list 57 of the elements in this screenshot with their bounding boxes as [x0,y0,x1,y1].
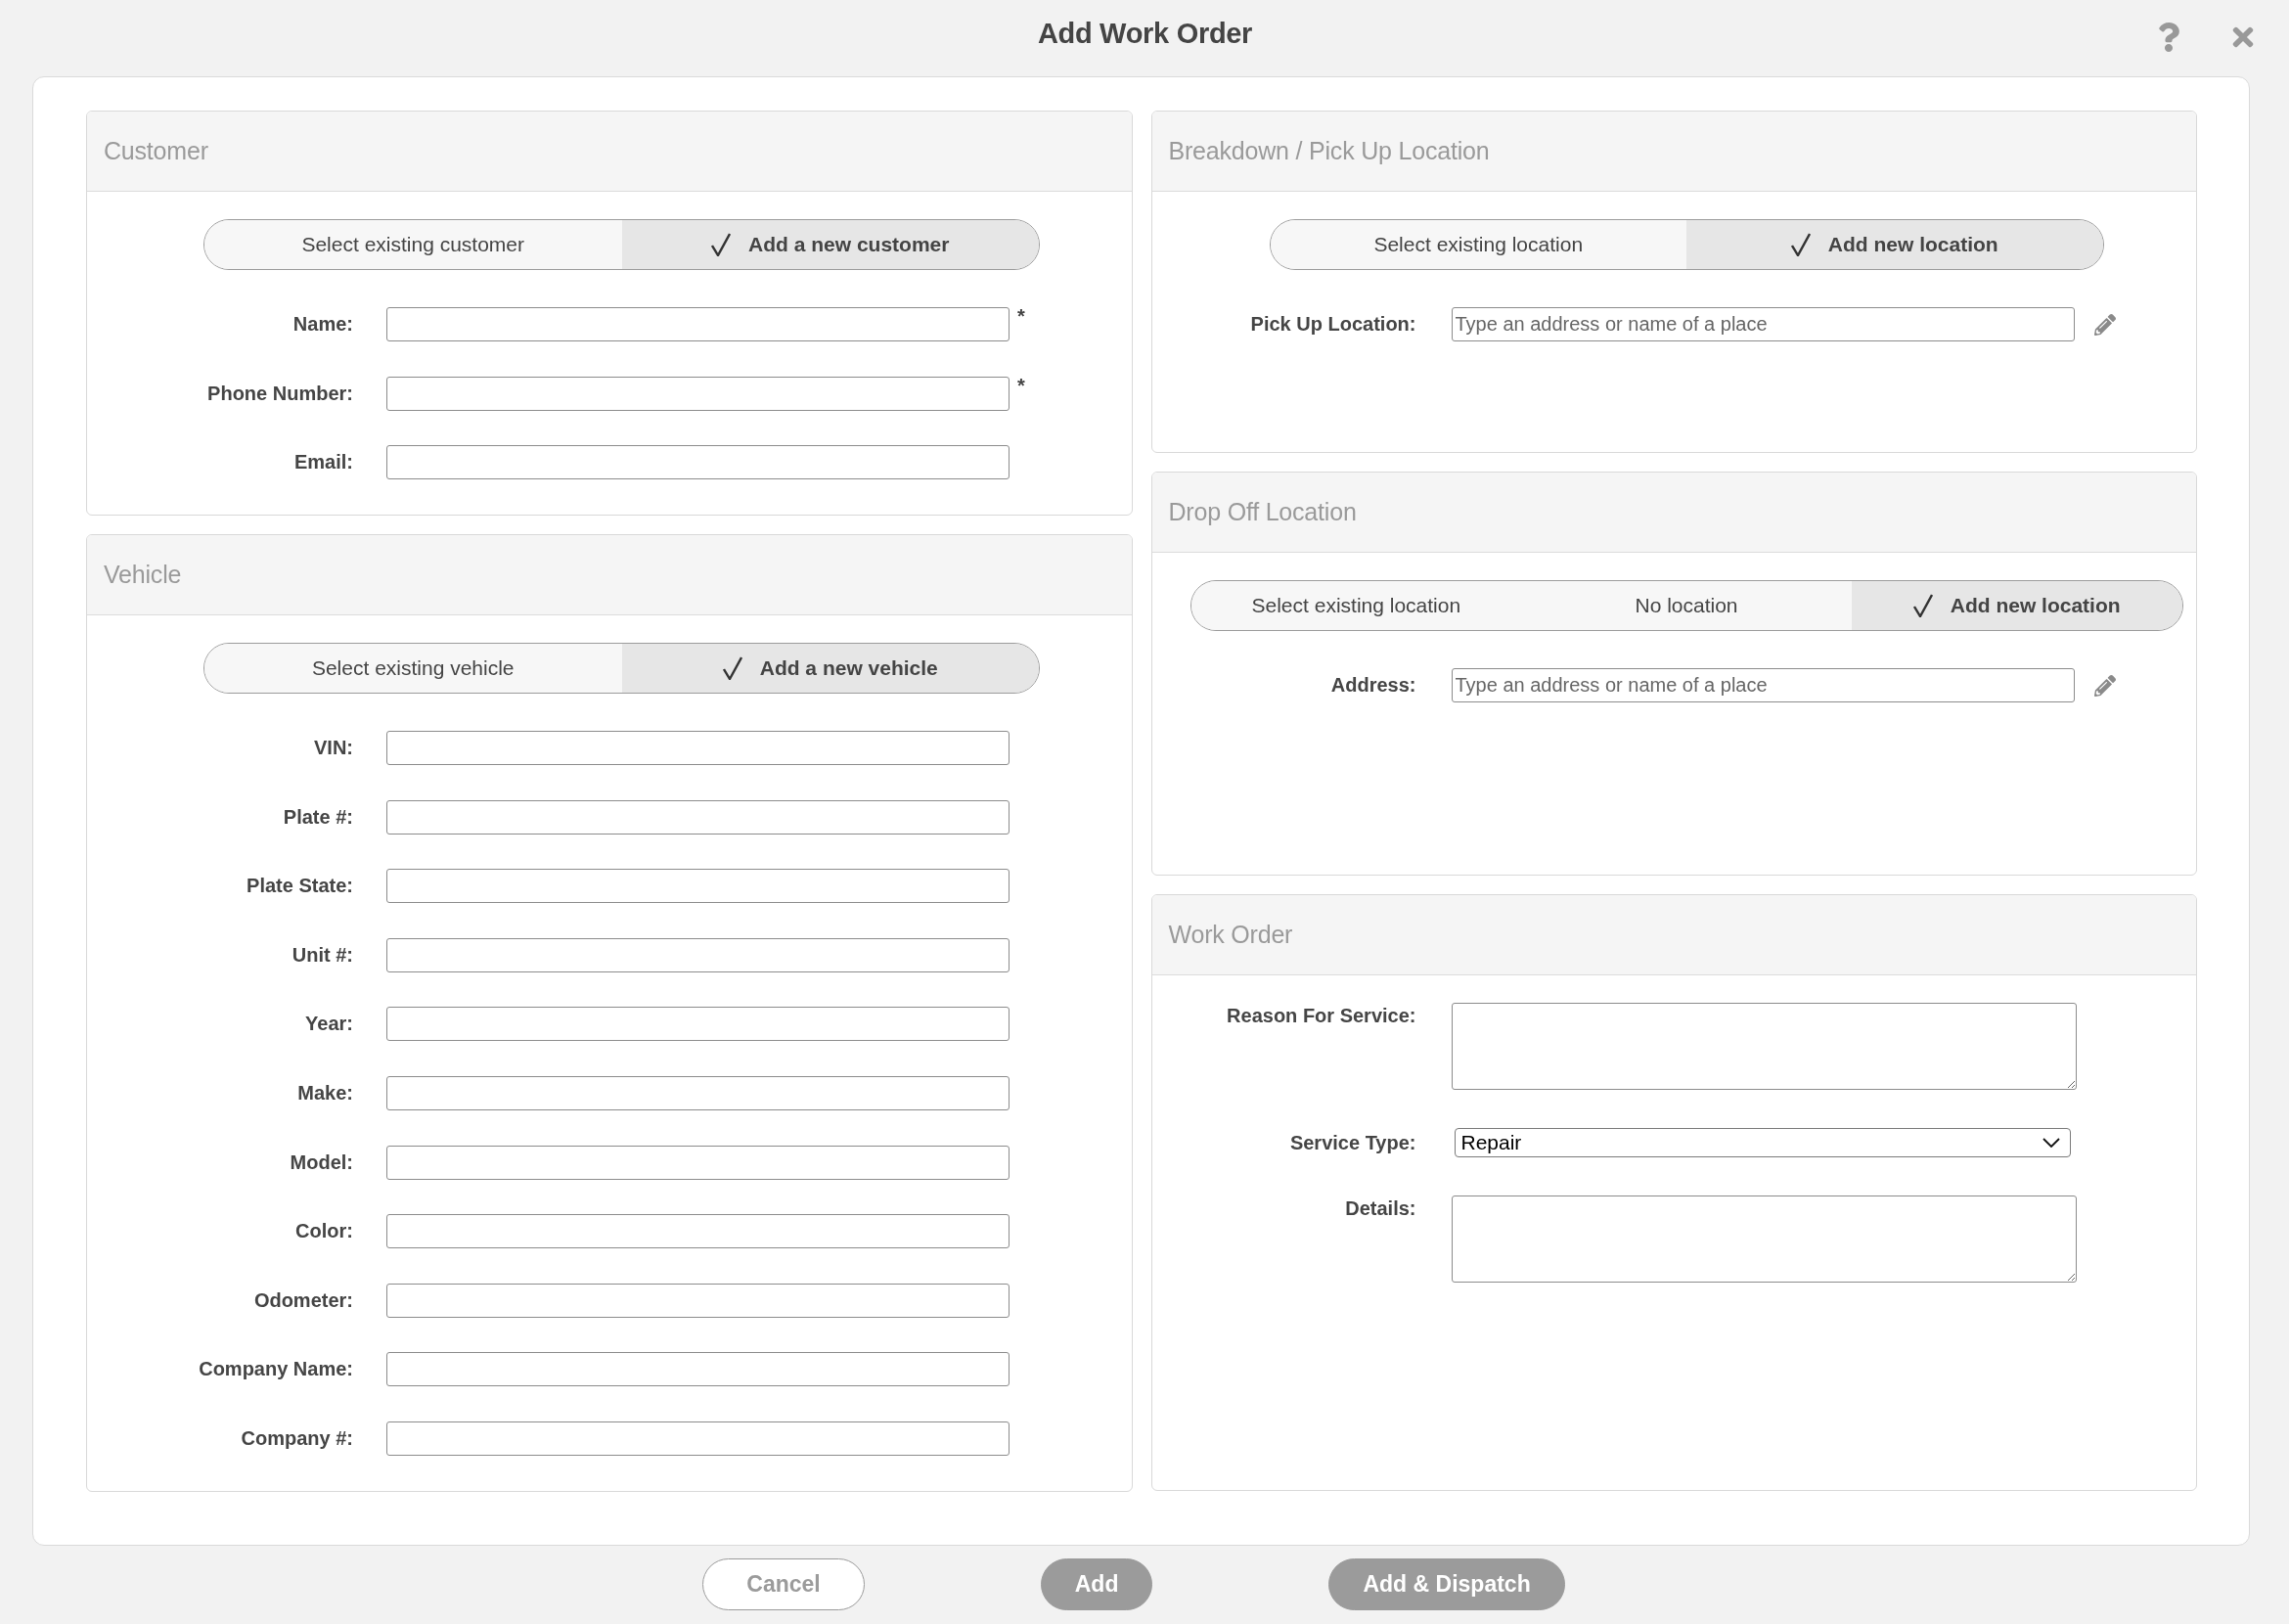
field-label: Plate #: [282,805,353,829]
field-label: Reason For Service: [1226,1004,1416,1027]
field-label: Company Name: [198,1358,353,1381]
text-input-field[interactable] [386,307,1010,341]
panel-title: Vehicle [104,561,182,589]
field-label: Phone Number: [206,382,353,405]
text-input-field[interactable] [386,1075,1010,1110]
field-label: Company #: [240,1426,353,1450]
text-input-field[interactable] [386,445,1010,479]
field-label: Address: [1329,674,1416,697]
field-label: Service Type: [1288,1131,1416,1154]
field-label: Email: [292,451,353,474]
text-input-field[interactable] [386,376,1010,411]
check-icon [722,656,742,680]
text-input-field[interactable] [386,937,1010,972]
text-input-field[interactable] [386,1145,1010,1180]
panel-title: Breakdown / Pick Up Location [1168,137,1490,165]
field-label: Pick Up Location: [1249,313,1416,336]
text-input-field[interactable]: Type an address or name of a place [1451,307,2075,341]
pencil-icon[interactable] [2093,674,2116,697]
text-input-field[interactable] [386,869,1010,904]
text-input-field[interactable] [386,731,1010,765]
toggle-option[interactable]: Add a new vehicle [621,644,1039,693]
text-input-field[interactable] [386,1007,1010,1042]
text-input-field[interactable] [386,1283,1010,1318]
required-mark: * [1017,374,1025,397]
text-input-field[interactable] [386,1421,1010,1456]
toggle-option[interactable]: Add a new customer [621,220,1039,269]
field-label: Unit #: [291,943,353,967]
text-area-field[interactable] [1451,1003,2077,1090]
field-label: Color: [294,1220,353,1243]
toggle-option[interactable]: Add new location [1851,581,2182,630]
field-label: Name: [292,313,353,336]
field-label: VIN: [313,737,353,759]
field-label: Model: [289,1150,353,1174]
field-label: Make: [296,1081,353,1105]
panel-title: Customer [104,137,208,165]
dropdown-select[interactable]: Repair [1454,1128,2071,1157]
text-input-field[interactable] [386,1214,1010,1249]
field-label: Year: [304,1013,353,1036]
window-title: Add Work Order [1037,17,1253,50]
field-label: Plate State: [246,875,353,898]
text-input-field[interactable] [386,799,1010,835]
text-area-field[interactable] [1451,1195,2077,1283]
field-label: Details: [1344,1196,1416,1220]
chevron-down-icon [2042,1138,2060,1148]
check-icon [1912,594,1933,617]
panel-title: Work Order [1168,921,1293,949]
required-mark: * [1017,305,1025,328]
pencil-icon[interactable] [2093,313,2116,336]
toggle-option[interactable]: Add new location [1686,220,2103,269]
panel-title: Drop Off Location [1168,498,1357,526]
field-label: Odometer: [252,1288,353,1312]
text-input-field[interactable] [386,1352,1010,1387]
check-icon [711,233,732,256]
text-input-field[interactable]: Type an address or name of a place [1451,668,2075,702]
check-icon [1790,233,1811,256]
